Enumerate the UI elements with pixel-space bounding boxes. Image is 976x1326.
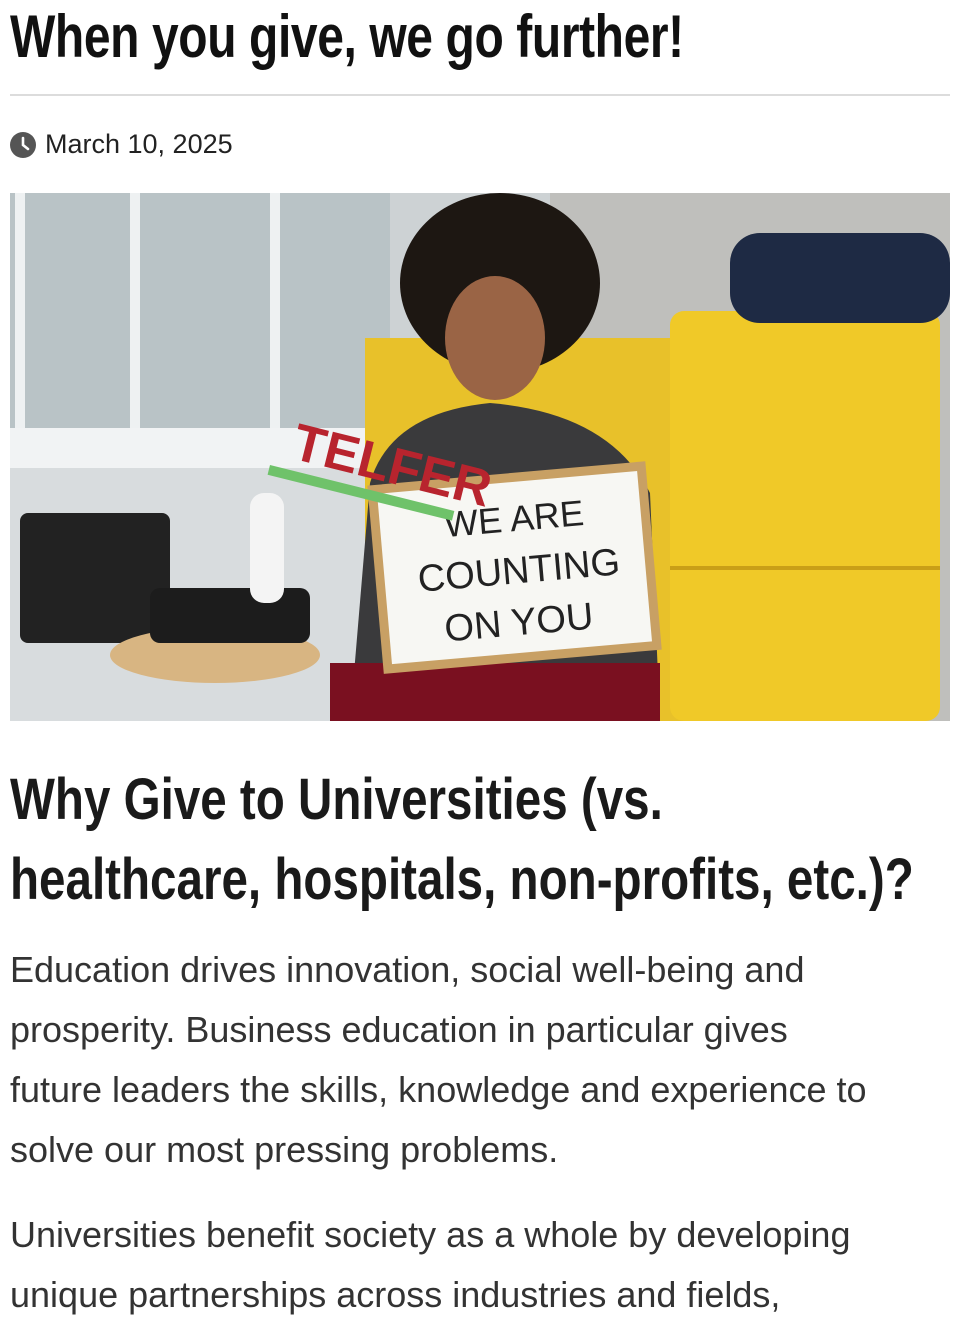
article-photo: WE ARE COUNTING ON YOU TELFER [10, 193, 950, 721]
title-divider [10, 94, 950, 96]
paragraph-line: Education drives innovation, social well… [10, 949, 805, 990]
post-date-text: March 10, 2025 [45, 129, 233, 159]
paragraph-line: future leaders the skills, knowledge and… [10, 1069, 867, 1110]
paragraph-2: Universities benefit society as a whole … [10, 1205, 850, 1325]
paragraph-line: Universities benefit society as a whole … [10, 1214, 851, 1255]
post-date: March 10, 2025 [10, 129, 233, 160]
paragraph-line: unique partnerships across industries an… [10, 1274, 781, 1315]
paragraph-line: solve our most pressing problems. [10, 1129, 559, 1170]
clock-icon [10, 131, 36, 158]
section-heading: Why Give to Universities (vs. healthcare… [10, 760, 914, 920]
paragraph-1: Education drives innovation, social well… [10, 940, 867, 1180]
article-title: When you give, we go further! [10, 3, 684, 70]
section-heading-line: healthcare, hospitals, non-profits, etc.… [10, 847, 914, 912]
section-heading-line: Why Give to Universities (vs. [10, 767, 663, 832]
paragraph-line: prosperity. Business education in partic… [10, 1009, 788, 1050]
